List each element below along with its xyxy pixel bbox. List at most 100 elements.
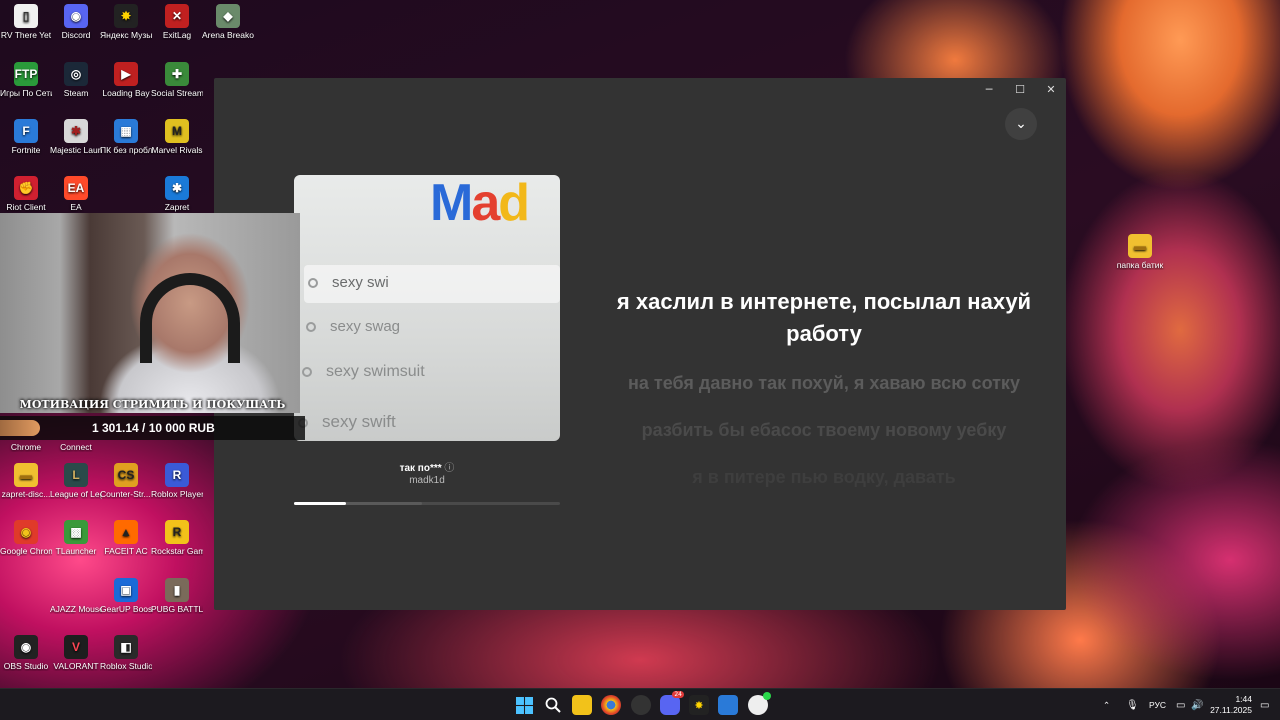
- lyric-line[interactable]: я в питере пью водку, давать: [614, 464, 1034, 491]
- donation-goal-amount: 1 301.14 / 10 000 RUB: [92, 421, 215, 435]
- maximize-button[interactable]: ☐: [1005, 80, 1035, 100]
- desktop-icon[interactable]: ◎ Steam: [50, 62, 102, 98]
- desktop-icon[interactable]: R Roblox Player: [151, 463, 203, 499]
- desktop-icon[interactable]: ▲ FACEIT AC: [100, 520, 152, 556]
- discord-badge: 24: [672, 691, 684, 698]
- desktop-icon[interactable]: R Rockstar Games...: [151, 520, 203, 556]
- lyric-line-current[interactable]: я хаслил в интернете, посылал нахуй рабо…: [614, 286, 1034, 350]
- desktop-icon-label: Loading Bay: [102, 88, 150, 98]
- desktop-icon-label: PUBG BATTLEGR...: [151, 604, 203, 614]
- desktop-icon[interactable]: L League of Legends: [50, 463, 102, 499]
- search-button[interactable]: [543, 695, 563, 715]
- desktop-icon[interactable]: ✕ ExitLag: [151, 4, 203, 40]
- lyric-line[interactable]: разбить бы ебасос твоему новому уебку: [614, 417, 1034, 444]
- yandex-music-icon[interactable]: ✸: [689, 695, 709, 715]
- clock[interactable]: 1:44 27.11.2025: [1208, 689, 1252, 720]
- file-explorer-icon[interactable]: [572, 695, 592, 715]
- app-icon: ◉: [14, 635, 38, 659]
- app-icon[interactable]: [748, 692, 771, 715]
- desktop-icon[interactable]: ▬ zapret-disc...: [0, 463, 52, 499]
- desktop-icon[interactable]: AJAZZ Mouse Drive: [50, 578, 102, 614]
- desktop-icon-label: zapret-disc...: [1, 489, 51, 499]
- track-artist[interactable]: madk1d: [294, 475, 560, 486]
- desktop-icon[interactable]: ▣ GearUP Booster: [100, 578, 152, 614]
- tray-overflow-button[interactable]: ⌃: [1103, 689, 1110, 720]
- notifications-icon[interactable]: ▭: [1260, 689, 1269, 720]
- desktop-icon-label: Arena Breako...: [202, 30, 254, 40]
- desktop-icon-label: ПК без проблем: [100, 145, 152, 155]
- taskbar: 24 ✸ ⌃ 🎙 РУС ▭ 🔊 1:44 27.11.2025 ▭: [0, 688, 1280, 720]
- desktop-icon[interactable]: ▦ ПК без проблем: [100, 119, 152, 155]
- desktop-icon[interactable]: ▶ Loading Bay: [100, 62, 152, 98]
- desktop-icon[interactable]: ▩ TLauncher: [50, 520, 102, 556]
- donation-goal-bar: 1 301.14 / 10 000 RUB: [0, 416, 305, 440]
- webcam-feed: [0, 213, 300, 413]
- app-icon: V: [64, 635, 88, 659]
- chrome-icon[interactable]: [601, 695, 621, 715]
- desktop-icon[interactable]: ◉ Google Chrome: [0, 520, 52, 556]
- app-icon: ✱: [64, 119, 88, 143]
- desktop-icon-label: Roblox Studio: [100, 661, 152, 671]
- lyric-line[interactable]: на тебя давно так похуй, я хаваю всю сот…: [614, 370, 1034, 397]
- desktop-icon-label: Discord: [61, 30, 91, 40]
- desktop-icon[interactable]: ▮ PUBG BATTLEGR...: [151, 578, 203, 614]
- desktop-icon-label: EA: [70, 202, 82, 212]
- obs-icon[interactable]: [631, 695, 651, 715]
- desktop-icon-label: FACEIT AC: [104, 546, 148, 556]
- desktop-icon[interactable]: CS Counter-Str... 2: [100, 463, 152, 499]
- info-icon[interactable]: ⓘ: [444, 463, 454, 474]
- minimize-button[interactable]: ─: [974, 80, 1004, 100]
- app-icon: ✊: [14, 176, 38, 200]
- cover-search-row: sexy swi: [308, 274, 389, 291]
- desktop-icon-label: Google Chrome: [0, 546, 52, 556]
- desktop-icon-label: OBS Studio: [3, 661, 49, 671]
- desktop-icon[interactable]: ◉ OBS Studio: [0, 635, 52, 671]
- volume-icon[interactable]: 🔊: [1191, 689, 1203, 720]
- app-icon: FTP: [14, 62, 38, 86]
- desktop-icon[interactable]: ◆ Arena Breako...: [202, 4, 254, 40]
- discord-icon[interactable]: 24: [660, 691, 684, 715]
- desktop-icon-label: RV There Yet: [0, 30, 52, 40]
- photos-icon[interactable]: [718, 695, 738, 715]
- desktop-icon[interactable]: ✱ Majestic Launcher: [50, 119, 102, 155]
- desktop-icon[interactable]: ◉ Discord: [50, 4, 102, 40]
- desktop-icon[interactable]: ▯ RV There Yet: [0, 4, 52, 40]
- desktop-icon[interactable]: ▬ папка батик: [1114, 234, 1166, 270]
- desktop-icon[interactable]: F Fortnite: [0, 119, 52, 155]
- app-icon: M: [165, 119, 189, 143]
- desktop-icon-label: Игры По Сети: [0, 88, 52, 98]
- app-icon: CS: [114, 463, 138, 487]
- desktop-icon-label: Majestic Launcher: [50, 145, 102, 155]
- desktop-icon[interactable]: ✸ Яндекс Музыка: [100, 4, 152, 40]
- desktop-icon[interactable]: ◧ Roblox Studio: [100, 635, 152, 671]
- playback-progress-bar[interactable]: [294, 502, 560, 505]
- desktop-icon[interactable]: V VALORANT: [50, 635, 102, 671]
- close-button[interactable]: ✕: [1036, 80, 1066, 100]
- app-icon: ▲: [114, 520, 138, 544]
- network-icon[interactable]: ▭: [1176, 689, 1185, 720]
- app-icon: ▮: [165, 578, 189, 602]
- desktop-icon-label: League of Legends: [50, 489, 102, 499]
- desktop-icon[interactable]: ✊ Riot Client: [0, 176, 52, 212]
- donation-goal-title: МОТИВАЦИЯ СТРИМИТЬ И ПОКУШАТЬ: [19, 398, 286, 411]
- desktop-icon-label: Rockstar Games...: [151, 546, 203, 556]
- desktop-icon[interactable]: EA EA: [50, 176, 102, 212]
- desktop-icon[interactable]: M Marvel Rivals: [151, 119, 203, 155]
- collapse-chevron-icon[interactable]: ⌄: [1005, 108, 1037, 140]
- app-icon: ◆: [216, 4, 240, 28]
- search-icon: [545, 697, 561, 713]
- desktop-icon-label: Roblox Player: [151, 489, 203, 499]
- desktop-icon[interactable]: FTP Игры По Сети: [0, 62, 52, 98]
- app-icon: ▬: [14, 463, 38, 487]
- desktop-icon-label: Zapret: [164, 202, 190, 212]
- desktop-icon[interactable]: ✱ Zapret: [151, 176, 203, 212]
- track-title[interactable]: так по*** ⓘ: [294, 459, 560, 474]
- search-icon: [302, 366, 312, 377]
- cover-brand-text: Mad: [430, 175, 530, 232]
- start-button[interactable]: [514, 695, 534, 715]
- desktop-icon[interactable]: ✚ Social Stream Ninja: [151, 62, 203, 98]
- language-indicator[interactable]: РУС: [1149, 689, 1166, 720]
- microphone-icon[interactable]: 🎙: [1126, 689, 1139, 720]
- app-icon: ◎: [64, 62, 88, 86]
- app-icon: F: [14, 119, 38, 143]
